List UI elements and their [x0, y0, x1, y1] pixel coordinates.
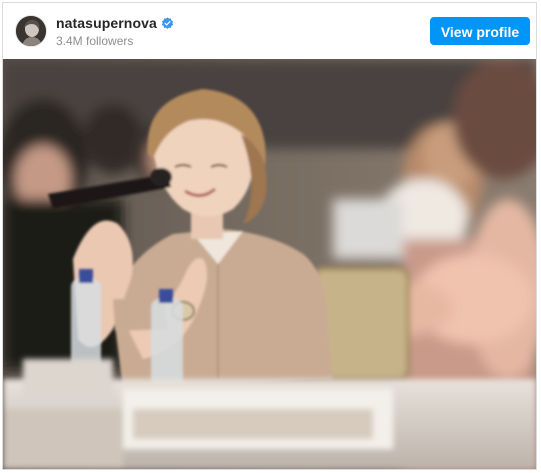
instagram-embed-card: natasupernova 3.4M followers View profil…	[2, 2, 537, 470]
post-photo-image	[3, 59, 536, 469]
post-photo[interactable]	[3, 59, 536, 469]
view-profile-button[interactable]: View profile	[430, 17, 530, 45]
verified-badge-icon	[161, 16, 174, 30]
user-info: natasupernova 3.4M followers	[56, 14, 174, 48]
avatar[interactable]	[15, 15, 47, 47]
username[interactable]: natasupernova	[56, 15, 157, 31]
avatar-image	[16, 16, 46, 46]
username-row: natasupernova	[56, 14, 174, 32]
post-header: natasupernova 3.4M followers View profil…	[3, 3, 536, 59]
followers-count: 3.4M followers	[56, 34, 134, 48]
